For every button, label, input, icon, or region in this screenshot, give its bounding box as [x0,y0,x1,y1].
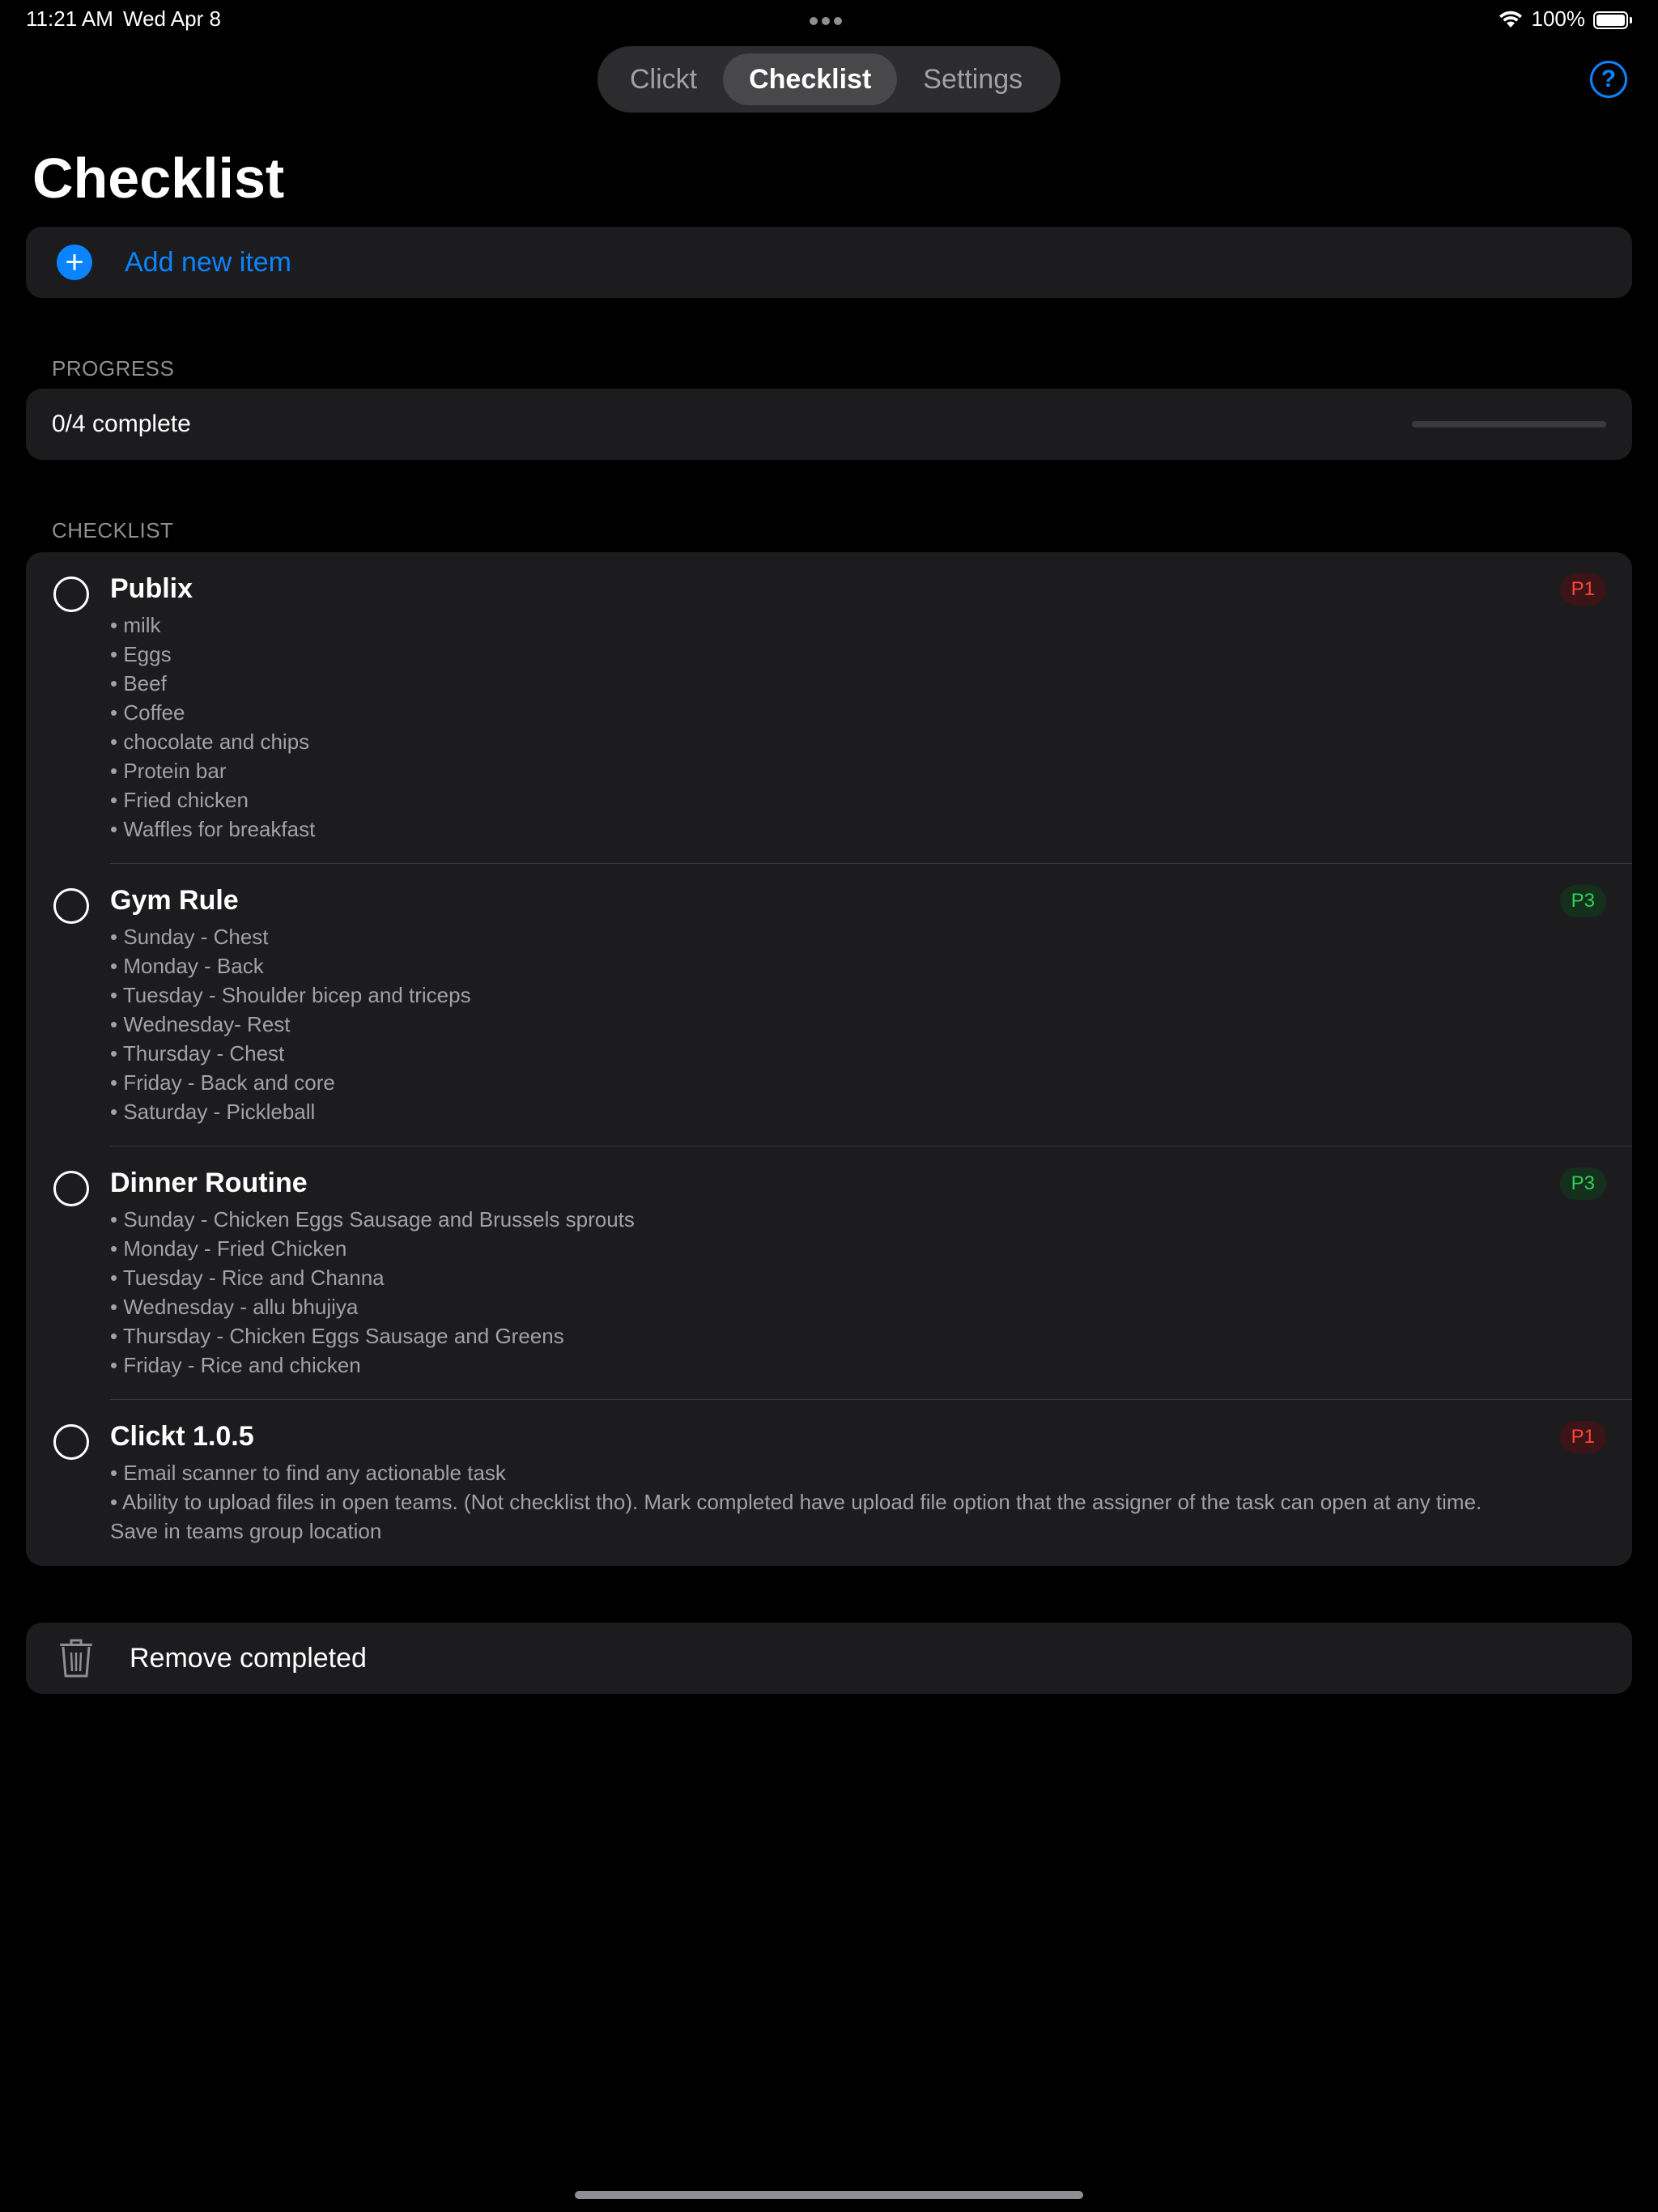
item-details: • Sunday - Chest • Monday - Back • Tuesd… [110,922,1519,1126]
priority-badge: P3 [1559,885,1606,917]
progress-bar [1412,421,1606,428]
battery-icon [1593,10,1632,29]
item-line: • milk [110,613,161,637]
home-indicator[interactable] [575,2191,1083,2199]
item-details: • Email scanner to find any actionable t… [110,1458,1519,1546]
item-line: • Saturday - Pickleball [110,1100,316,1124]
item-title: Clickt 1.0.5 [110,1421,254,1452]
progress-text: 0/4 complete [52,410,191,437]
item-line: • Email scanner to find any actionable t… [110,1461,506,1485]
item-line: • Friday - Back and core [110,1070,335,1095]
item-line: • Waffles for breakfast [110,817,316,841]
divider [110,1399,1632,1400]
checkbox-circle-icon[interactable] [53,1171,89,1206]
tab-settings[interactable]: Settings [897,53,1048,105]
item-line: • Monday - Back [110,954,264,978]
checkbox-circle-icon[interactable] [53,1424,89,1460]
status-bar: 11:21 AM Wed Apr 8 100% [0,0,1658,39]
priority-badge: P1 [1559,573,1606,606]
item-details: • milk • Eggs • Beef • Coffee • chocolat… [110,610,1519,844]
item-line: • Thursday - Chicken Eggs Sausage and Gr… [110,1324,564,1348]
remove-completed-label: Remove completed [130,1642,367,1674]
item-title: Gym Rule [110,885,239,916]
wifi-icon [1499,11,1522,28]
status-indicators: 100% [1498,6,1632,32]
item-line: • Wednesday- Rest [110,1012,291,1036]
progress-row: 0/4 complete [26,389,1632,460]
checklist-header: CHECKLIST [52,518,174,542]
checkbox-circle-icon[interactable] [53,576,89,612]
tab-bar: Clickt Checklist Settings [597,46,1061,113]
item-line: • Thursday - Chest [110,1041,285,1066]
item-details: • Sunday - Chicken Eggs Sausage and Brus… [110,1205,1519,1380]
status-time: 11:21 AM [26,6,113,31]
item-line: • Sunday - Chest [110,925,269,949]
add-new-item-button[interactable]: + Add new item [26,227,1632,298]
progress-header: PROGRESS [52,356,175,381]
remove-completed-button[interactable]: Remove completed [26,1623,1632,1694]
item-line: • Friday - Rice and chicken [110,1353,361,1377]
tab-clickt[interactable]: Clickt [604,53,723,105]
trash-icon [60,1639,92,1678]
item-title: Dinner Routine [110,1168,308,1198]
help-icon[interactable]: ? [1590,61,1627,98]
multitasking-dots-icon[interactable] [810,15,848,25]
item-line: • Fried chicken [110,788,249,812]
add-new-item-label: Add new item [125,246,291,278]
item-line: • Protein bar [110,759,227,783]
tab-checklist[interactable]: Checklist [723,53,898,105]
plus-circle-icon: + [57,245,92,280]
item-line: • Tuesday - Shoulder bicep and triceps [110,983,471,1007]
item-line: • Wednesday - allu bhujiya [110,1295,359,1319]
checklist-card: Publix P1 • milk • Eggs • Beef • Coffee … [26,552,1632,1566]
item-line: • Ability to upload files in open teams.… [110,1490,1482,1543]
priority-badge: P1 [1559,1421,1606,1453]
item-line: • chocolate and chips [110,730,310,754]
page-title: Checklist [32,147,285,210]
item-line: • Monday - Fried Chicken [110,1236,347,1261]
item-line: • Tuesday - Rice and Channa [110,1266,385,1290]
divider [110,863,1632,864]
priority-badge: P3 [1559,1168,1606,1200]
item-title: Publix [110,573,193,604]
item-line: • Beef [110,671,167,696]
item-line: • Coffee [110,700,185,725]
checkbox-circle-icon[interactable] [53,888,89,924]
item-line: • Sunday - Chicken Eggs Sausage and Brus… [110,1207,635,1231]
status-date: Wed Apr 8 [123,6,221,31]
battery-percent: 100% [1531,6,1586,31]
item-line: • Eggs [110,642,172,666]
